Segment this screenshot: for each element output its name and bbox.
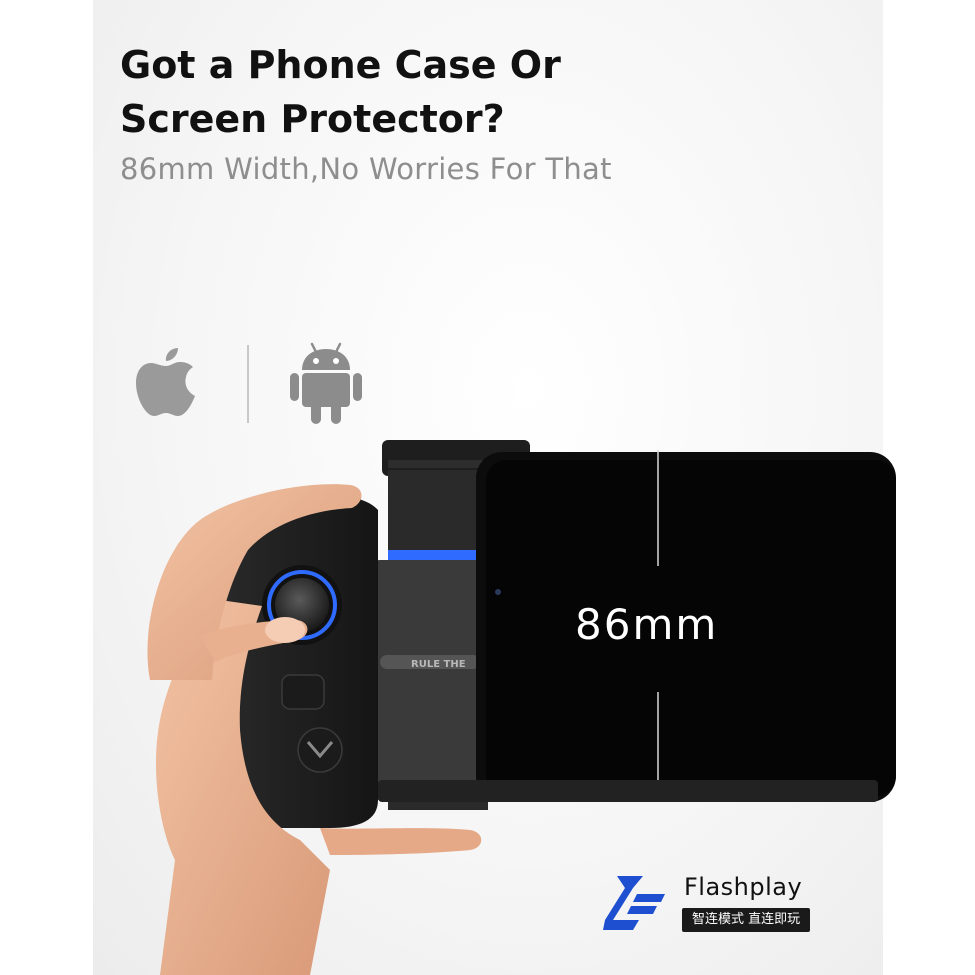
flashplay-logo-icon <box>603 876 665 930</box>
product-illustration: RULE THE <box>147 440 896 975</box>
bottom-bracket <box>378 780 878 802</box>
brand-name: Flashplay <box>684 873 803 901</box>
platform-divider <box>247 345 249 423</box>
android-robot-icon <box>290 342 362 424</box>
headline: Got a Phone Case Or Screen Protector? <box>120 38 680 146</box>
subheadline: 86mm Width,No Worries For That <box>120 152 612 186</box>
brand-slogan: 智连模式 直连即玩 <box>682 908 811 932</box>
headline-line-1: Got a Phone Case Or <box>120 43 561 87</box>
button-a-icon <box>281 674 325 710</box>
telescopic-arm <box>372 470 488 810</box>
headline-line-2: Screen Protector? <box>120 97 505 141</box>
side-text: RULE THE <box>411 659 466 670</box>
home-button-icon <box>297 727 343 773</box>
apple-logo-icon <box>136 348 195 416</box>
width-label: 86mm <box>575 600 719 649</box>
